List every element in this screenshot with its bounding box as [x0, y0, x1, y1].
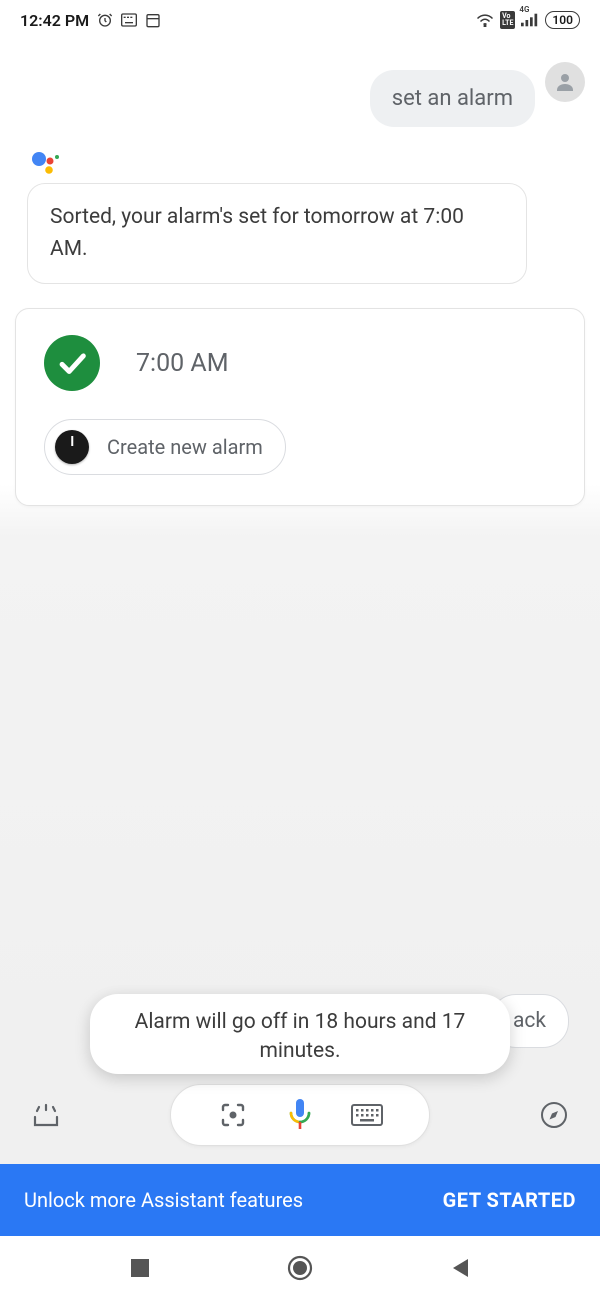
alarm-card: 7:00 AM Create new alarm: [15, 308, 585, 506]
get-started-button[interactable]: GET STARTED: [443, 1188, 576, 1212]
wifi-icon: [476, 13, 494, 27]
signal-icon: 4G: [521, 13, 539, 27]
create-alarm-label: Create new alarm: [107, 435, 263, 459]
alarm-confirmation-row: 7:00 AM: [44, 335, 556, 391]
banner-text: Unlock more Assistant features: [24, 1188, 303, 1212]
status-time: 12:42 PM: [20, 11, 89, 30]
alarm-time-label: 7:00 AM: [136, 349, 229, 378]
assistant-logo-icon: [31, 151, 585, 175]
assistant-message-bubble: Sorted, your alarm's set for tomorrow at…: [27, 183, 527, 284]
keyboard-icon[interactable]: [350, 1098, 384, 1132]
conversation-area: set an alarm Sorted, your alarm's set fo…: [0, 40, 600, 1074]
back-button[interactable]: [445, 1253, 475, 1283]
status-left: 12:42 PM: [20, 11, 161, 30]
assistant-input-bar: [0, 1074, 600, 1164]
user-message-row: set an alarm: [15, 70, 585, 127]
user-message-bubble: set an alarm: [370, 70, 535, 127]
alarm-clock-icon: [97, 12, 113, 28]
toast-row: ack Alarm will go off in 18 hours and 17…: [15, 994, 585, 1074]
mic-icon[interactable]: [283, 1098, 317, 1132]
calendar-status-icon: [145, 12, 161, 28]
status-bar: 12:42 PM VoLTE 4G 100: [0, 0, 600, 40]
keyboard-status-icon: [121, 13, 137, 27]
volte-icon: VoLTE: [500, 11, 515, 29]
check-icon: [44, 335, 100, 391]
clock-icon: [55, 430, 89, 464]
input-pill: [170, 1084, 430, 1146]
toast-message: Alarm will go off in 18 hours and 17 min…: [90, 994, 510, 1074]
home-button[interactable]: [285, 1253, 315, 1283]
status-right: VoLTE 4G 100: [476, 11, 580, 29]
recent-apps-button[interactable]: [125, 1253, 155, 1283]
explore-compass-icon[interactable]: [536, 1097, 572, 1133]
battery-indicator: 100: [545, 11, 580, 29]
create-alarm-button[interactable]: Create new alarm: [44, 419, 286, 475]
user-avatar[interactable]: [545, 62, 585, 102]
system-nav-bar: [0, 1236, 600, 1300]
updates-tray-icon[interactable]: [28, 1097, 64, 1133]
promo-banner: Unlock more Assistant features GET START…: [0, 1164, 600, 1236]
lens-icon[interactable]: [216, 1098, 250, 1132]
